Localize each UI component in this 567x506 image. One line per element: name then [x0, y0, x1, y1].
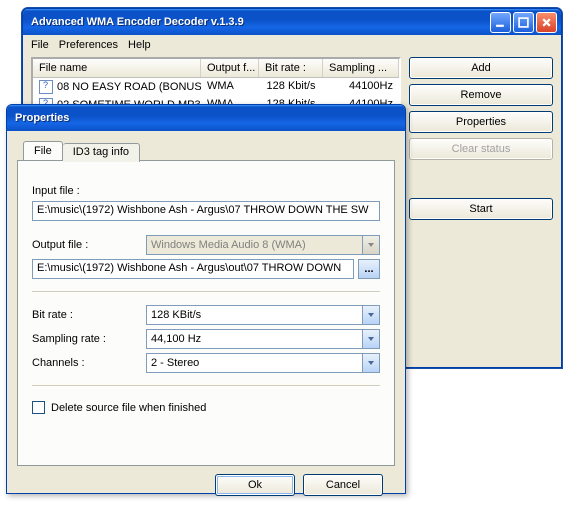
- menubar: File Preferences Help: [23, 35, 561, 55]
- dialog-titlebar[interactable]: Properties: [7, 105, 405, 131]
- main-title: Advanced WMA Encoder Decoder v.1.3.9: [31, 16, 488, 28]
- menu-file[interactable]: File: [31, 39, 49, 51]
- properties-dialog: Properties File ID3 tag info Input file …: [6, 104, 406, 494]
- properties-button[interactable]: Properties: [409, 111, 553, 133]
- input-file-field[interactable]: E:\music\(1972) Wishbone Ash - Argus\07 …: [32, 201, 380, 221]
- cell-filename: 08 NO EASY ROAD (BONUS)....: [57, 81, 201, 93]
- chevron-down-icon: [362, 354, 379, 372]
- chevron-down-icon: [362, 236, 379, 254]
- cell-sampling: 44100Hz: [323, 78, 399, 96]
- label-bitrate: Bit rate :: [32, 309, 142, 321]
- chevron-down-icon: [362, 306, 379, 324]
- bitrate-combo[interactable]: 128 KBit/s: [146, 305, 380, 325]
- file-icon: [39, 80, 53, 94]
- cell-output: WMA: [201, 78, 259, 96]
- tab-file[interactable]: File: [23, 141, 63, 160]
- sampling-value: 44,100 Hz: [147, 333, 362, 345]
- tab-panel-file: Input file : E:\music\(1972) Wishbone As…: [17, 160, 395, 466]
- channels-value: 2 - Stereo: [147, 357, 362, 369]
- channels-combo[interactable]: 2 - Stereo: [146, 353, 380, 373]
- chevron-down-icon: [362, 330, 379, 348]
- label-sampling: Sampling rate :: [32, 333, 142, 345]
- list-header: File name Output f... Bit rate : Samplin…: [33, 59, 399, 78]
- close-button[interactable]: [536, 12, 557, 33]
- col-bitrate[interactable]: Bit rate :: [259, 59, 323, 77]
- cancel-button[interactable]: Cancel: [303, 474, 383, 496]
- remove-button[interactable]: Remove: [409, 84, 553, 106]
- menu-preferences[interactable]: Preferences: [59, 39, 118, 51]
- separator: [32, 291, 380, 293]
- col-output[interactable]: Output f...: [201, 59, 259, 77]
- separator: [32, 385, 380, 387]
- sampling-combo[interactable]: 44,100 Hz: [146, 329, 380, 349]
- ok-button[interactable]: Ok: [215, 474, 295, 496]
- tabstrip: File ID3 tag info: [23, 141, 395, 160]
- tab-id3[interactable]: ID3 tag info: [63, 143, 140, 162]
- menu-help[interactable]: Help: [128, 39, 151, 51]
- delete-source-checkbox[interactable]: [32, 401, 45, 414]
- start-button[interactable]: Start: [409, 198, 553, 220]
- clear-status-button[interactable]: Clear status: [409, 138, 553, 160]
- col-sampling[interactable]: Sampling ...: [323, 59, 399, 77]
- dialog-title: Properties: [15, 112, 401, 124]
- browse-button[interactable]: ...: [358, 259, 380, 279]
- minimize-button[interactable]: [490, 12, 511, 33]
- label-delete-source: Delete source file when finished: [51, 402, 206, 414]
- label-output-file: Output file :: [32, 239, 142, 251]
- label-input-file: Input file :: [32, 185, 380, 197]
- col-filename[interactable]: File name: [33, 59, 201, 77]
- output-file-field[interactable]: E:\music\(1972) Wishbone Ash - Argus\out…: [32, 259, 354, 279]
- maximize-button[interactable]: [513, 12, 534, 33]
- add-button[interactable]: Add: [409, 57, 553, 79]
- table-row[interactable]: 08 NO EASY ROAD (BONUS).... WMA 128 Kbit…: [33, 78, 399, 96]
- cell-bitrate: 128 Kbit/s: [259, 78, 323, 96]
- output-codec-value: Windows Media Audio 8 (WMA): [147, 239, 362, 251]
- sidebar-buttons: Add Remove Properties Clear status Start: [409, 57, 553, 347]
- label-channels: Channels :: [32, 357, 142, 369]
- bitrate-value: 128 KBit/s: [147, 309, 362, 321]
- main-titlebar[interactable]: Advanced WMA Encoder Decoder v.1.3.9: [23, 9, 561, 35]
- output-codec-combo[interactable]: Windows Media Audio 8 (WMA): [146, 235, 380, 255]
